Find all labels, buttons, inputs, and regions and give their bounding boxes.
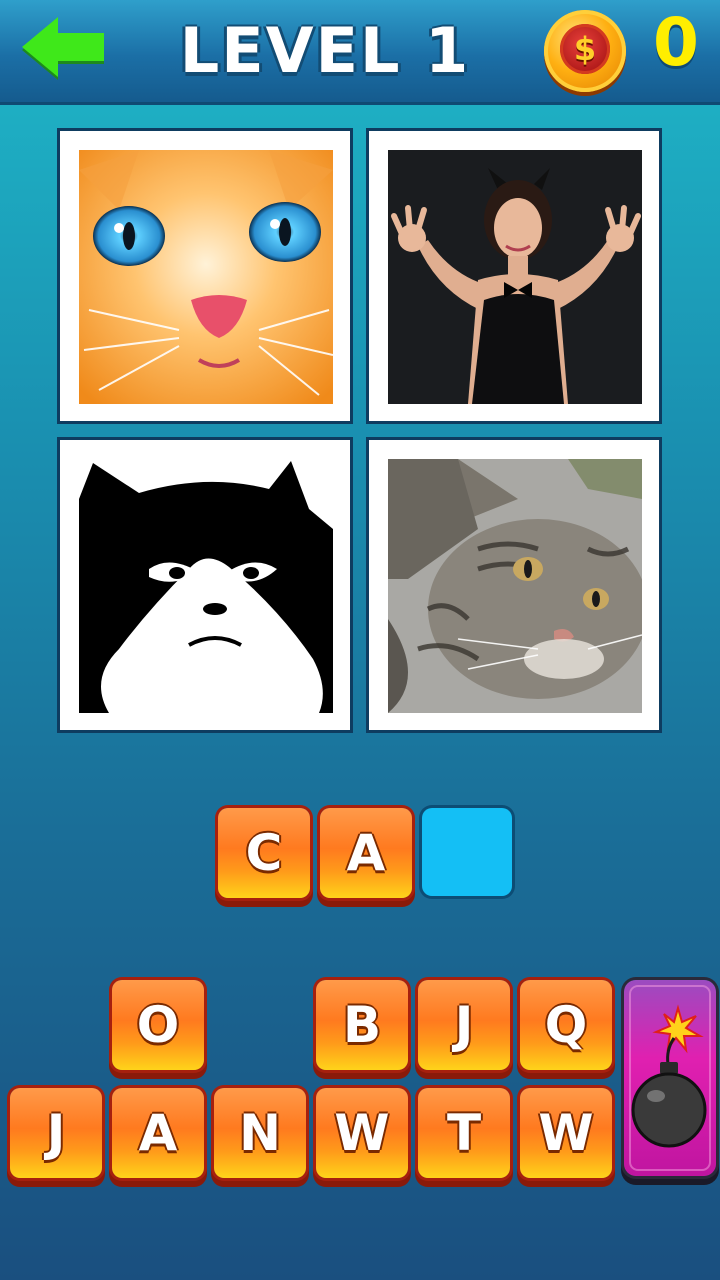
letter-tile[interactable]: N bbox=[214, 1088, 306, 1178]
photo-frame-3 bbox=[57, 437, 353, 733]
answer-slot-3[interactable] bbox=[422, 808, 512, 896]
letter-tile-label: O bbox=[136, 996, 180, 1054]
letter-tile[interactable]: W bbox=[520, 1088, 612, 1178]
letter-tile-label: W bbox=[538, 1104, 594, 1162]
letter-tile-label: J bbox=[46, 1104, 66, 1162]
letter-tile-label: W bbox=[334, 1104, 390, 1162]
letter-tile-label: N bbox=[239, 1104, 281, 1162]
answer-letter-1: C bbox=[245, 824, 283, 882]
letter-tile[interactable]: A bbox=[112, 1088, 204, 1178]
letter-tile[interactable]: O bbox=[112, 980, 204, 1070]
letter-tile[interactable]: J bbox=[10, 1088, 102, 1178]
coin-symbol: $ bbox=[573, 30, 597, 68]
tabby-cat-photo bbox=[388, 459, 642, 713]
letter-tile[interactable]: B bbox=[316, 980, 408, 1070]
coin-icon: $ bbox=[544, 10, 626, 92]
letter-tile-label: B bbox=[342, 996, 382, 1054]
cat-costume-girl-photo bbox=[388, 150, 642, 404]
answer-slot-2[interactable]: A bbox=[320, 808, 412, 898]
kitten-face-photo bbox=[79, 150, 333, 404]
coin-count: 0 bbox=[653, 4, 699, 81]
letter-tile-label: Q bbox=[544, 996, 588, 1054]
letter-tile[interactable]: W bbox=[316, 1088, 408, 1178]
cat-silhouette-photo bbox=[79, 459, 333, 713]
photo-frame-2 bbox=[366, 128, 662, 424]
letter-tile[interactable]: J bbox=[418, 980, 510, 1070]
answer-slot-1[interactable]: C bbox=[218, 808, 310, 898]
bomb-hint-button[interactable] bbox=[624, 980, 716, 1176]
letter-tile-label: T bbox=[446, 1104, 482, 1162]
answer-letter-2: A bbox=[346, 824, 386, 882]
letter-tile-label: A bbox=[138, 1104, 178, 1162]
photo-frame-4 bbox=[366, 437, 662, 733]
letter-tile-label: J bbox=[454, 996, 474, 1054]
letter-tile[interactable]: Q bbox=[520, 980, 612, 1070]
bomb-icon bbox=[629, 985, 711, 1171]
photo-frame-1 bbox=[57, 128, 353, 424]
letter-tile[interactable]: T bbox=[418, 1088, 510, 1178]
top-bar: LEVEL 1 $ 0 bbox=[0, 0, 720, 105]
